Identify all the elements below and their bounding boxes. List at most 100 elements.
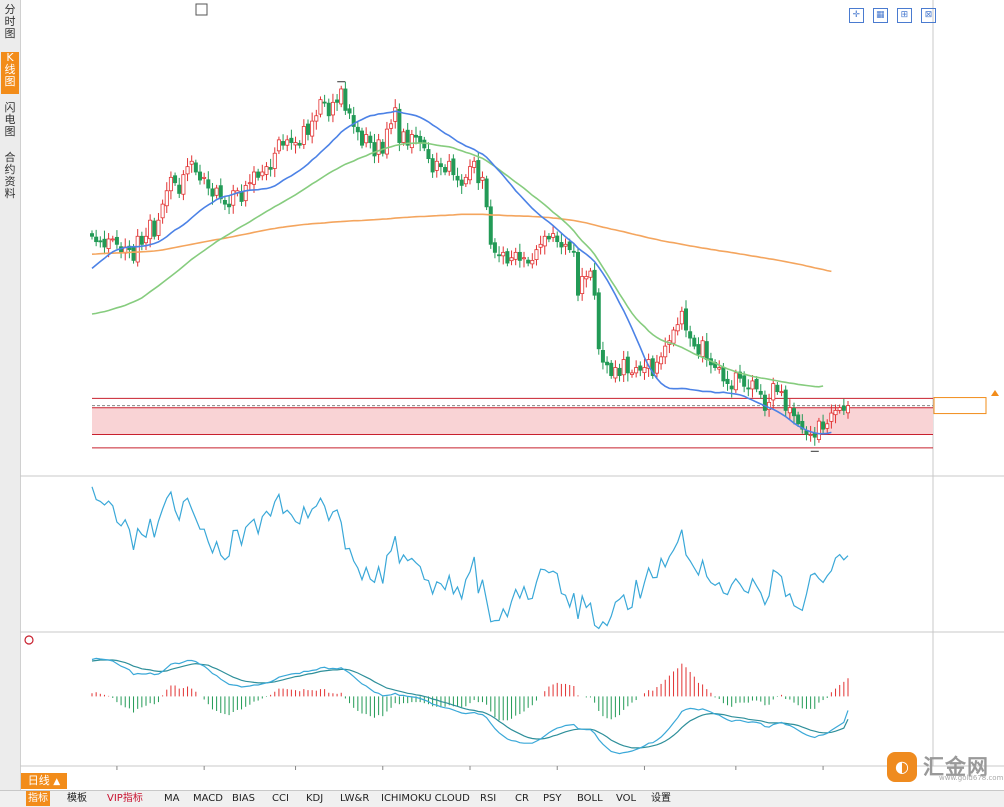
candle-body (488, 206, 493, 245)
crosshair-icon[interactable]: ✛ (848, 8, 864, 23)
candle-body (430, 158, 435, 173)
candle-body (729, 385, 734, 390)
candle-body (185, 166, 190, 175)
candle-body (476, 160, 481, 184)
candle-body (725, 378, 730, 385)
candle-body (231, 190, 236, 206)
candle-body (480, 176, 485, 181)
indicator-tab[interactable]: MA (164, 791, 179, 806)
candle-body (139, 235, 144, 245)
candle-body (841, 405, 846, 411)
candle-body (721, 367, 726, 382)
close-icon[interactable]: ⊠ (921, 8, 936, 23)
candle-body (384, 128, 389, 155)
indicator-tab[interactable]: 模板 (67, 791, 87, 806)
candle-body (621, 359, 626, 376)
candle-body (247, 182, 252, 185)
rsi-line (91, 486, 849, 630)
candle-body (638, 365, 643, 371)
candle-body (256, 171, 261, 178)
candle-body (596, 292, 601, 350)
candle-body (733, 372, 738, 391)
logo-mark-icon: ◐ (887, 752, 917, 782)
candle-body (792, 408, 797, 417)
candle-body (551, 233, 556, 238)
candle-body (426, 149, 431, 160)
candle-body (393, 107, 398, 122)
candle-body (833, 409, 838, 416)
candle-body (538, 243, 543, 248)
candle-body (156, 219, 161, 236)
logo: ◐ 汇金网 www.gold678.com (883, 750, 1003, 786)
candle-body (600, 349, 605, 363)
candle-body (276, 139, 281, 152)
candle-body (497, 254, 502, 257)
candle-body (148, 219, 153, 240)
period-button-label: 日线 (27, 774, 50, 787)
candle-body (467, 166, 472, 181)
candle-body (846, 405, 851, 414)
candle-body (542, 235, 547, 247)
candle-body (177, 184, 182, 194)
indicator-tab[interactable]: ICHIMOKU CLOUD (381, 791, 470, 806)
candle-body (659, 356, 664, 365)
candle-body (484, 178, 489, 208)
candle-body (522, 257, 527, 260)
indicator-tab[interactable]: CCI (272, 791, 289, 806)
candle-body (347, 108, 352, 114)
candle-body (754, 378, 759, 390)
candle-body (688, 331, 693, 339)
candle-body (289, 137, 294, 143)
candle-body (821, 421, 826, 430)
candle-body (293, 142, 298, 146)
indicator-tab[interactable]: BIAS (232, 791, 255, 806)
candle-body (775, 384, 780, 393)
candle-body (339, 88, 344, 105)
candle-body (114, 236, 119, 245)
candle-body (301, 126, 306, 145)
chart-canvas[interactable] (0, 0, 1004, 790)
chevron-up-icon: ▲ (53, 777, 61, 787)
candle-body (580, 276, 585, 295)
candle-body (451, 158, 456, 176)
candle-body (492, 242, 497, 253)
indicator-tab[interactable]: PSY (543, 791, 562, 806)
grid-icon[interactable]: ▦ (872, 8, 888, 23)
candle-body (189, 160, 194, 165)
candle-body (131, 246, 136, 261)
candle-body (143, 235, 148, 244)
candle-body (679, 310, 684, 325)
indicator-tab[interactable]: LW&R (340, 791, 369, 806)
indicator-tab[interactable]: 设置 (651, 791, 671, 806)
candle-body (214, 187, 219, 196)
indicator-tab[interactable]: MACD (193, 791, 223, 806)
indicator-tab[interactable]: VIP指标 (107, 791, 143, 806)
candle-body (762, 394, 767, 411)
candle-body (684, 308, 689, 331)
candle-body (671, 329, 676, 344)
candle-body (173, 175, 178, 184)
candle-body (438, 163, 443, 168)
zoom-icon[interactable]: ⊞ (896, 8, 912, 23)
candle-body (210, 188, 215, 197)
indicator-tab[interactable]: KDJ (306, 791, 323, 806)
indicator-tab[interactable]: CR (515, 791, 529, 806)
candle-body (530, 259, 535, 265)
candle-body (243, 184, 248, 202)
indicator-tab[interactable]: BOLL (577, 791, 603, 806)
candle-body (617, 367, 622, 376)
candle-body (106, 238, 111, 250)
candle-body (447, 160, 452, 172)
indicator-tab[interactable]: RSI (480, 791, 496, 806)
indicator-tab[interactable]: VOL (616, 791, 636, 806)
period-button[interactable]: 日线 ▲ (21, 773, 67, 789)
candle-body (808, 434, 813, 436)
candle-body (330, 101, 335, 116)
logo-url: www.gold678.com (939, 774, 1004, 782)
candle-body (364, 134, 369, 144)
candle-body (509, 257, 514, 262)
candle-body (613, 367, 618, 379)
candle-body (534, 249, 539, 260)
candle-body (571, 250, 576, 253)
indicator-tab[interactable]: 指标 (26, 791, 50, 806)
